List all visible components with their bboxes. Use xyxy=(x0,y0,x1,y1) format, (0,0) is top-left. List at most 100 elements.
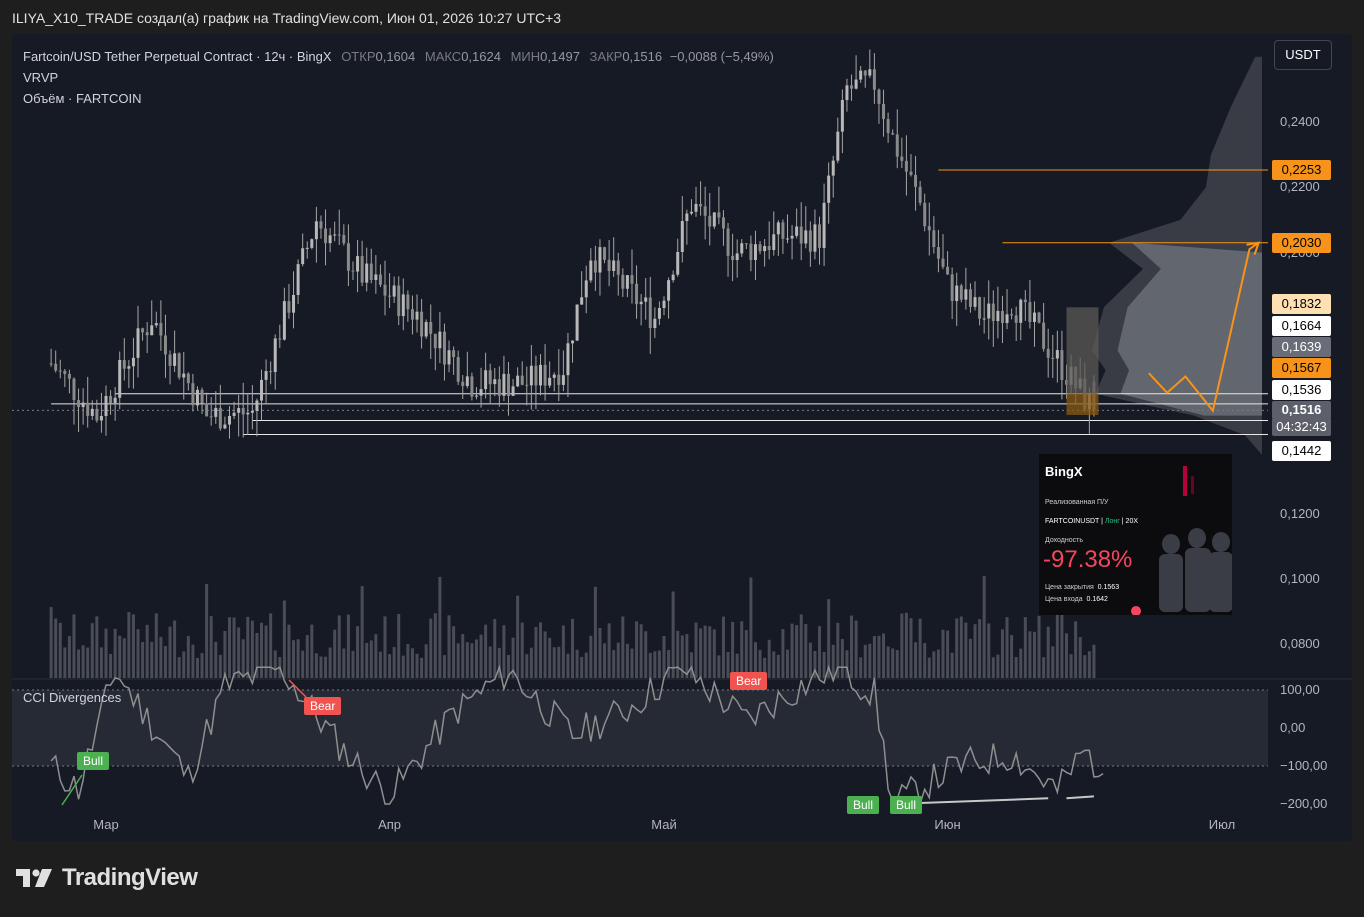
candle-body xyxy=(392,285,396,297)
candle-body xyxy=(877,89,881,104)
price-label: 0,1832 xyxy=(1272,294,1331,314)
candle-body xyxy=(324,228,328,244)
candle-body xyxy=(859,70,863,80)
legend-indicator-volume[interactable]: Объём · FARTCOIN xyxy=(23,88,774,109)
volume-bar xyxy=(401,655,405,678)
time-tick: Апр xyxy=(378,817,402,832)
candle-body xyxy=(195,389,199,406)
legend-symbol[interactable]: Fartcoin/USD Tether Perpetual Contract ·… xyxy=(23,49,332,64)
candle-body xyxy=(717,212,721,218)
volume-bar xyxy=(516,595,520,678)
volume-bar xyxy=(904,612,908,678)
volume-bar xyxy=(987,623,991,678)
volume-bar xyxy=(250,620,254,678)
candle-body xyxy=(141,328,145,333)
candle-body xyxy=(81,402,85,408)
candle-body xyxy=(442,331,446,365)
volume-bar xyxy=(369,640,373,678)
candle-body xyxy=(95,408,99,421)
candle-body xyxy=(968,289,972,307)
volume-bar xyxy=(470,643,474,678)
chart-canvas[interactable] xyxy=(12,34,1352,841)
volume-bar xyxy=(374,634,378,678)
candle-body xyxy=(653,318,657,328)
candle-body xyxy=(886,119,890,134)
candle-body xyxy=(950,274,954,302)
candle-body xyxy=(136,328,140,358)
candle-body xyxy=(827,175,831,203)
volume-bar xyxy=(891,648,895,678)
volume-bar xyxy=(964,622,968,678)
volume-bar xyxy=(712,629,716,678)
volume-bar xyxy=(223,630,227,678)
volume-bar xyxy=(1037,615,1041,678)
volume-bar xyxy=(932,651,936,678)
candle-body xyxy=(415,311,419,320)
candle-body xyxy=(895,134,899,157)
legend-indicator-vrvp[interactable]: VRVP xyxy=(23,67,774,88)
candle-body xyxy=(813,224,817,252)
candle-body xyxy=(831,160,835,176)
candle-body xyxy=(150,325,154,336)
candle-body xyxy=(255,400,259,411)
bull-signal-tag: Bull xyxy=(77,752,110,770)
tradingview-logo[interactable]: TradingView xyxy=(16,864,198,892)
candle-body xyxy=(850,85,854,89)
volume-bar xyxy=(982,575,986,678)
volume-bar xyxy=(552,647,556,678)
volume-bar xyxy=(154,613,158,678)
candle-body xyxy=(337,234,341,236)
pnl-card-entry-price: 0.1642 xyxy=(1086,596,1108,603)
time-tick: Июл xyxy=(1208,817,1236,832)
volume-bar xyxy=(671,591,675,678)
volume-bar xyxy=(648,652,652,678)
volume-bar xyxy=(141,641,145,678)
volume-bar xyxy=(177,657,181,678)
volume-bar xyxy=(273,650,277,678)
candle-body xyxy=(726,228,730,256)
cci-title[interactable]: CCI Divergences xyxy=(23,690,121,705)
volume-bar xyxy=(1019,648,1023,678)
candle-body xyxy=(694,203,698,212)
volume-bar xyxy=(808,642,812,678)
volume-bar xyxy=(1028,631,1032,678)
chart-area[interactable] xyxy=(12,34,1352,841)
candle-body xyxy=(996,310,1000,322)
candle-body xyxy=(388,295,392,297)
range-box-upper xyxy=(1066,307,1099,394)
candle-body xyxy=(552,374,556,378)
candle-body xyxy=(99,415,103,421)
candle-body xyxy=(763,246,767,252)
volume-bar xyxy=(804,624,808,678)
candle-body xyxy=(557,374,561,385)
candle-body xyxy=(424,322,428,337)
candle-body xyxy=(113,397,117,404)
candle-body xyxy=(644,297,648,302)
candle-body xyxy=(260,379,264,401)
candle-body xyxy=(1014,315,1018,323)
candle-body xyxy=(529,365,533,386)
price-label: 0,1664 xyxy=(1272,316,1331,336)
candle-body xyxy=(118,359,122,398)
candle-body xyxy=(223,424,227,429)
volume-bar xyxy=(67,636,71,678)
volume-bar xyxy=(818,626,822,678)
volume-bar xyxy=(635,621,639,678)
price-label: 0,2253 xyxy=(1272,160,1331,180)
volume-bar xyxy=(575,649,579,678)
candle-body xyxy=(497,379,501,396)
volume-bar xyxy=(621,616,625,678)
volume-bar xyxy=(81,645,85,678)
volume-bar xyxy=(163,646,167,678)
volume-bar xyxy=(292,640,296,678)
volume-bar xyxy=(699,628,703,678)
volume-bar xyxy=(918,618,922,678)
volume-bar xyxy=(936,649,940,678)
candle-body xyxy=(342,234,346,244)
volume-bar xyxy=(1010,635,1014,678)
candle-body xyxy=(397,285,401,317)
currency-button[interactable]: USDT xyxy=(1274,40,1332,70)
volume-bar xyxy=(1092,644,1096,678)
volume-bar xyxy=(479,634,483,678)
volume-bar xyxy=(955,618,959,678)
